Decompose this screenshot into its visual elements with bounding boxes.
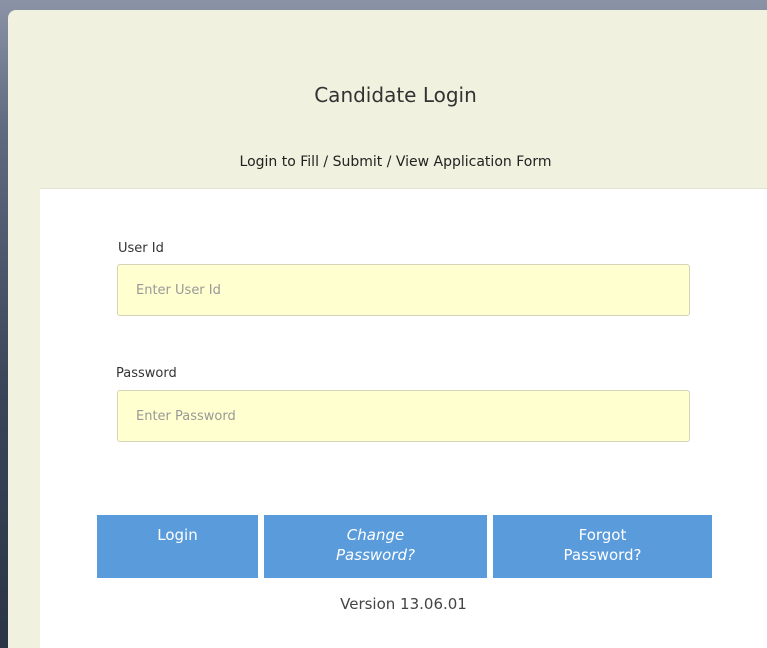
version-text: Version 13.06.01 bbox=[340, 595, 467, 613]
user-id-label: User Id bbox=[118, 241, 164, 256]
forgot-password-label-line1: Forgot bbox=[578, 526, 627, 544]
login-button-label: Login bbox=[157, 526, 198, 544]
page-title: Candidate Login bbox=[314, 83, 477, 107]
login-card: Candidate Login Login to Fill / Submit /… bbox=[8, 10, 767, 648]
login-form: User Id Password Login Change Password? … bbox=[40, 188, 767, 648]
user-id-input[interactable] bbox=[117, 264, 690, 316]
password-input[interactable] bbox=[117, 390, 690, 442]
change-password-label-line1: Change bbox=[346, 526, 405, 544]
login-button[interactable]: Login bbox=[97, 515, 258, 578]
forgot-password-label-line2: Password? bbox=[563, 546, 642, 564]
forgot-password-button[interactable]: Forgot Password? bbox=[493, 515, 712, 578]
password-label: Password bbox=[116, 366, 177, 381]
change-password-button[interactable]: Change Password? bbox=[264, 515, 487, 578]
change-password-label-line2: Password? bbox=[336, 546, 415, 564]
page-subtitle: Login to Fill / Submit / View Applicatio… bbox=[239, 154, 552, 170]
